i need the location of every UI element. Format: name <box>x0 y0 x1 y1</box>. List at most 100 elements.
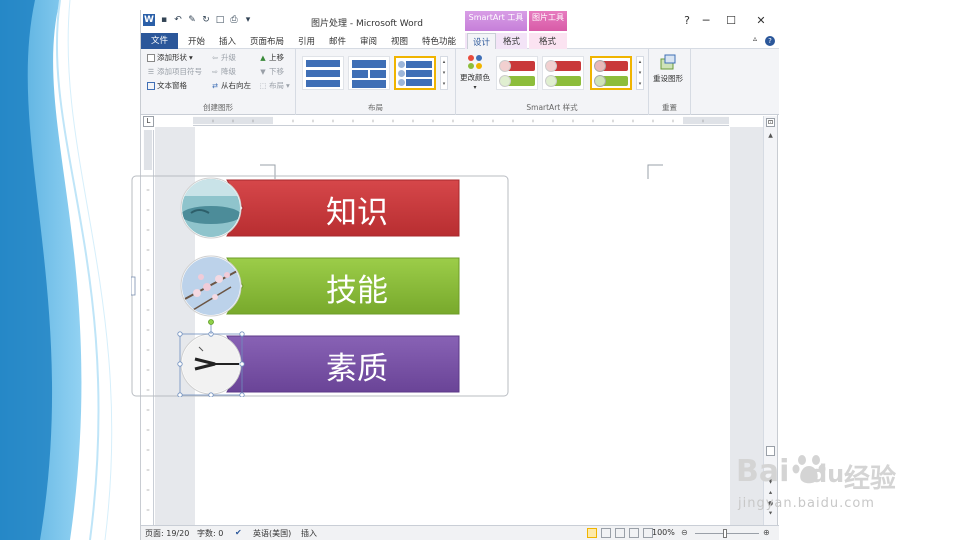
page-count[interactable]: 页面: 19/20 <box>145 528 189 539</box>
move-up-button[interactable]: ▲ 上移 <box>259 52 284 63</box>
outline-view-icon[interactable] <box>629 528 639 538</box>
zoom-level[interactable]: 100% <box>652 528 675 537</box>
layout-thumb-selected[interactable] <box>394 56 436 90</box>
horizontal-ruler[interactable] <box>193 116 729 126</box>
rotation-handle[interactable] <box>208 319 214 325</box>
group-create-graphic: 添加形状 ▾ ☰ 添加项目符号 文本窗格 ⇦ 升级 ⇨ 降级 ⇄ 从右向左 ▲ … <box>141 49 296 115</box>
color-palette-icon <box>468 55 482 69</box>
reset-graphic-icon <box>660 54 676 70</box>
move-up-icon: ▲ <box>260 53 266 62</box>
tab-format[interactable]: 格式 <box>503 35 520 47</box>
language-status[interactable]: 英语(美国) <box>253 528 291 539</box>
minimize-icon[interactable]: ─ <box>699 14 713 27</box>
group-label-reset: 重置 <box>662 103 677 112</box>
right-to-left-button[interactable]: ⇄ 从右向左 <box>211 80 251 91</box>
undo-icon[interactable]: ↶ <box>173 15 183 25</box>
title-bar: W ▪ ↶ ✎ ↻ □ ⎙ ▾ 图片处理 - Microsoft Word Sm… <box>141 10 779 33</box>
add-bullet-button[interactable]: ☰ 添加项目符号 <box>147 66 202 77</box>
move-down-icon: ▼ <box>260 67 266 76</box>
watermark-cn: 经验 <box>844 464 897 494</box>
add-shape-button[interactable]: 添加形状 ▾ <box>147 52 193 63</box>
smartart-text-1[interactable]: 知识 <box>227 187 487 231</box>
word-logo-icon[interactable]: W <box>143 14 155 26</box>
word-count[interactable]: 字数: 0 <box>197 528 223 539</box>
zoom-in-icon[interactable]: ⊕ <box>763 528 770 537</box>
smartart-text-3[interactable]: 素质 <box>227 343 487 387</box>
group-label-layouts: 布局 <box>368 103 383 112</box>
print-layout-view-icon[interactable] <box>587 528 597 538</box>
style-thumb-2[interactable] <box>542 56 584 90</box>
group-smartart-styles: 更改颜色 ▾ ▴ ▾ ▾ SmartArt 样式 <box>456 49 649 115</box>
status-bar: 页面: 19/20 字数: 0 ✔ 英语(美国) 插入 100% ⊖ ⊕ <box>141 525 779 540</box>
move-down-button[interactable]: ▼ 下移 <box>259 66 284 77</box>
customize-qat-icon[interactable]: ▾ <box>243 15 253 25</box>
full-screen-view-icon[interactable] <box>601 528 611 538</box>
print-icon[interactable]: ⎙ <box>229 15 239 25</box>
help-icon[interactable]: ? <box>680 14 694 27</box>
ribbon-collapse-icon[interactable]: ▵ <box>753 34 757 43</box>
text-pane-button[interactable]: 文本窗格 <box>147 80 187 91</box>
style-gallery-scroll[interactable]: ▴ ▾ ▾ <box>636 56 644 90</box>
new-document-icon[interactable]: □ <box>215 15 225 25</box>
change-colors-button[interactable]: 更改颜色 ▾ <box>460 53 490 91</box>
tab-format-picture[interactable]: 格式 <box>539 35 556 47</box>
layout-thumb-1[interactable] <box>302 56 344 90</box>
maximize-icon[interactable]: ☐ <box>724 14 738 27</box>
layout-thumb-2[interactable] <box>348 56 390 90</box>
style-thumb-selected[interactable] <box>590 56 632 90</box>
ribbon-tabs: 文件 开始 插入 页面布局 引用 邮件 审阅 视图 特色功能 设计 格式 格式 … <box>141 33 779 50</box>
window-title: 图片处理 - Microsoft Word <box>311 19 423 29</box>
tab-file[interactable]: 文件 <box>141 33 178 49</box>
group-layouts: ▴ ▾ ▾ 布局 <box>296 49 456 115</box>
reset-graphic-button[interactable]: 重设图形 <box>653 53 683 84</box>
promote-button[interactable]: ⇦ 升级 <box>211 52 236 63</box>
watermark-brand-2: du <box>810 460 845 488</box>
text-pane-toggle[interactable] <box>131 276 136 296</box>
format-painter-icon[interactable]: ✎ <box>187 15 197 25</box>
zoom-slider-thumb[interactable] <box>723 529 727 538</box>
decorative-blue-swoosh <box>0 0 113 540</box>
tab-review[interactable]: 审阅 <box>360 35 377 47</box>
style-thumb-1[interactable] <box>496 56 538 90</box>
demote-icon: ⇨ <box>212 67 218 76</box>
demote-button[interactable]: ⇨ 降级 <box>211 66 236 77</box>
zoom-out-icon[interactable]: ⊖ <box>681 528 688 537</box>
layout-icon: ⬚ <box>259 81 267 90</box>
group-label-create-graphic: 创建图形 <box>203 103 233 112</box>
tab-features[interactable]: 特色功能 <box>422 35 456 47</box>
tab-view[interactable]: 视图 <box>391 35 408 47</box>
redo-icon[interactable]: ↻ <box>201 15 211 25</box>
baidu-watermark: Bai du 经验 jingyan.baidu.com <box>734 452 934 522</box>
proofing-icon[interactable]: ✔ <box>235 528 242 537</box>
close-icon[interactable]: ✕ <box>754 14 768 27</box>
tab-design[interactable]: 设计 <box>467 33 497 50</box>
tab-page-layout[interactable]: 页面布局 <box>250 35 284 47</box>
insert-mode-status[interactable]: 插入 <box>301 528 317 539</box>
group-reset: 重设图形 重置 <box>649 49 691 115</box>
right-to-left-icon: ⇄ <box>212 81 218 90</box>
smartart-text-2[interactable]: 技能 <box>227 265 487 309</box>
tab-mailings[interactable]: 邮件 <box>329 35 346 47</box>
help-circle-icon[interactable]: ? <box>765 36 775 46</box>
layout-gallery-scroll[interactable]: ▴ ▾ ▾ <box>440 56 448 90</box>
scroll-up-icon[interactable]: ▲ <box>766 132 775 140</box>
tab-references[interactable]: 引用 <box>298 35 315 47</box>
ruler-toggle-icon[interactable]: ⊡ <box>766 118 775 127</box>
picture-tools-header: 图片工具 <box>529 11 567 31</box>
slide: W ▪ ↶ ✎ ↻ □ ⎙ ▾ 图片处理 - Microsoft Word Sm… <box>0 0 960 540</box>
promote-icon: ⇦ <box>212 53 218 62</box>
save-icon[interactable]: ▪ <box>159 15 169 25</box>
ribbon: 添加形状 ▾ ☰ 添加项目符号 文本窗格 ⇦ 升级 ⇨ 降级 ⇄ 从右向左 ▲ … <box>141 49 779 115</box>
watermark-brand: Bai <box>736 454 790 489</box>
layout-button[interactable]: ⬚ 布局 ▾ <box>259 80 290 91</box>
quick-access-toolbar: W ▪ ↶ ✎ ↻ □ ⎙ ▾ <box>143 14 253 26</box>
group-label-smartart-styles: SmartArt 样式 <box>526 103 578 112</box>
text-pane-icon <box>147 81 155 90</box>
zoom-slider[interactable] <box>695 533 759 534</box>
tab-insert[interactable]: 插入 <box>219 35 236 47</box>
add-shape-icon <box>147 53 155 62</box>
tab-selector[interactable]: L <box>143 116 154 127</box>
smartart-tools-header: SmartArt 工具 <box>465 11 527 31</box>
tab-home[interactable]: 开始 <box>188 35 205 47</box>
web-view-icon[interactable] <box>615 528 625 538</box>
